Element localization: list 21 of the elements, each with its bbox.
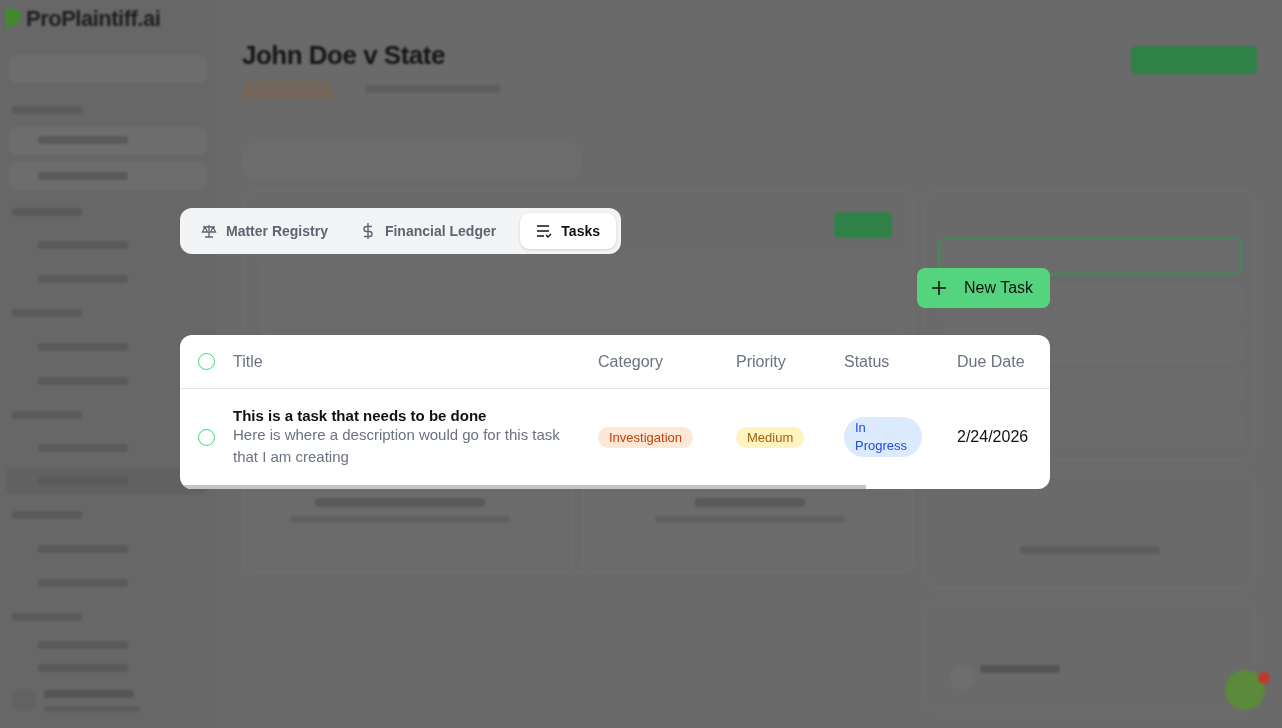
list-check-icon [536,223,553,239]
column-header: Priority [736,352,786,370]
due-date: 2/24/2026 [957,428,1029,445]
new-task-button[interactable]: New Task [917,268,1050,308]
logo-text: ProPlaintiff.ai [26,6,161,32]
category-tag: Investigation [598,426,693,448]
priority-tag: Medium [736,426,805,448]
tab[interactable]: Financial Ledger [343,213,513,249]
column-header: Category [598,352,663,370]
tab[interactable]: Tasks [520,213,616,249]
column-header: Title [233,352,263,370]
task-title: This is a task that needs to be done [233,406,488,424]
tab[interactable]: Matter Registry [185,213,344,249]
scale-icon [201,223,217,239]
task-description: Here is where a description would go for this task that I am creating [233,424,561,467]
leaf-icon [4,6,22,32]
plus-icon [932,281,946,295]
column-header: Status [844,352,890,370]
case-title: John Doe v State [242,40,445,71]
column-header: Due Date [957,352,1025,370]
status-tag: In Progress [844,417,922,457]
